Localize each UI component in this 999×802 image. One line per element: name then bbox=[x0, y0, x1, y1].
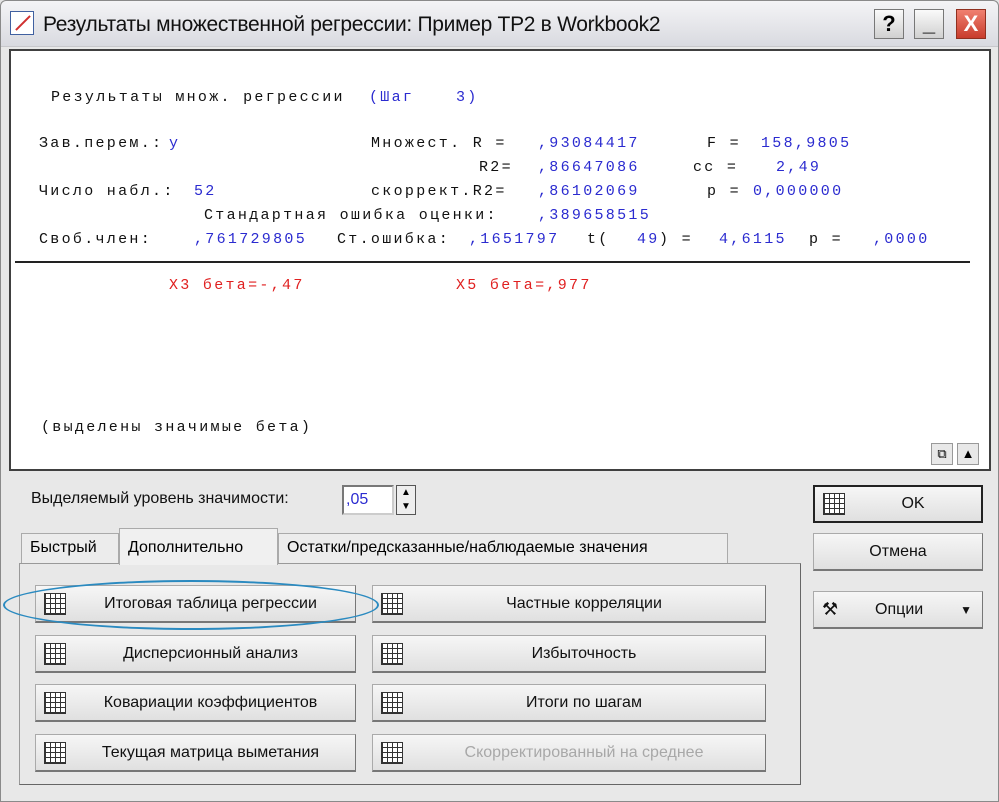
button-label: Опции bbox=[875, 600, 924, 618]
dep-value: y bbox=[169, 135, 181, 152]
button-label: Скорректированный на среднее bbox=[464, 743, 704, 761]
n-value: 52 bbox=[194, 183, 217, 200]
table-icon bbox=[381, 741, 403, 764]
tab-residuals[interactable]: Остатки/предсказанные/наблюдаемые значен… bbox=[278, 533, 728, 563]
app-icon bbox=[10, 11, 34, 35]
cc-value: 2,49 bbox=[776, 159, 822, 176]
table-icon bbox=[44, 691, 66, 714]
f-label: F = bbox=[707, 135, 741, 152]
partial-correlations-button[interactable]: Частные корреляции bbox=[372, 585, 766, 623]
significance-label: Выделяемый уровень значимости: bbox=[31, 490, 289, 507]
t-eq: ) = bbox=[659, 231, 693, 248]
t-label: t( bbox=[587, 231, 610, 248]
title-bar: Результаты множественной регрессии: Прим… bbox=[1, 1, 998, 47]
significance-input[interactable]: ,05 bbox=[342, 485, 394, 515]
note: (выделены значимые бета) bbox=[41, 419, 313, 436]
divider bbox=[15, 261, 970, 263]
cancel-button[interactable]: Отмена bbox=[813, 533, 983, 571]
redundancy-button[interactable]: Избыточность bbox=[372, 635, 766, 673]
summary-table-button[interactable]: Итоговая таблица регрессии bbox=[35, 585, 356, 623]
table-icon bbox=[381, 592, 403, 615]
intercept-se-label: Ст.ошибка: bbox=[337, 231, 451, 248]
mean-centered-button[interactable]: Скорректированный на среднее bbox=[372, 734, 766, 772]
step-label: (Шаг bbox=[369, 89, 415, 106]
step-value: 3) bbox=[456, 89, 479, 106]
intercept-p-label: p = bbox=[809, 231, 843, 248]
dropdown-arrow-icon: ▼ bbox=[960, 602, 972, 617]
n-label: Число набл.: bbox=[39, 183, 175, 200]
button-label: OK bbox=[901, 495, 925, 512]
close-button[interactable]: X bbox=[956, 9, 986, 39]
button-label: Избыточность bbox=[531, 644, 637, 662]
significance-spinner[interactable]: ▲ ▼ bbox=[396, 485, 416, 515]
help-button[interactable]: ? bbox=[874, 9, 904, 39]
button-label: Отмена bbox=[869, 542, 927, 560]
r-label: Множест. R = bbox=[371, 135, 507, 152]
intercept-p-value: ,0000 bbox=[873, 231, 930, 248]
hammer-icon: ⚒ bbox=[822, 599, 839, 619]
se-value: ,389658515 bbox=[538, 207, 652, 224]
button-label: Дисперсионный анализ bbox=[123, 644, 298, 662]
table-icon bbox=[44, 741, 66, 764]
dep-label: Зав.перем.: bbox=[39, 135, 164, 152]
button-label: Текущая матрица выметания bbox=[101, 743, 320, 761]
r-value: ,93084417 bbox=[538, 135, 640, 152]
cc-label: cc = bbox=[693, 159, 739, 176]
beta-x5: X5 бета=,977 bbox=[456, 277, 592, 294]
anova-button[interactable]: Дисперсионный анализ bbox=[35, 635, 356, 673]
table-icon bbox=[823, 493, 845, 515]
p-label: p = bbox=[707, 183, 741, 200]
intercept-se-value: ,1651797 bbox=[469, 231, 560, 248]
r2-value: ,86647086 bbox=[538, 159, 640, 176]
intercept-value: ,761729805 bbox=[194, 231, 308, 248]
button-label: Ковариации коэффициентов bbox=[103, 693, 318, 711]
step-summary-button[interactable]: Итоги по шагам bbox=[372, 684, 766, 722]
results-output-panel: Результаты множ. регрессии (Шаг 3) Зав.п… bbox=[9, 49, 991, 471]
sweep-matrix-button[interactable]: Текущая матрица выметания bbox=[35, 734, 356, 772]
options-button[interactable]: ⚒ Опции ▼ bbox=[813, 591, 983, 629]
adjr2-label: скоррект.R2= bbox=[371, 183, 507, 200]
r2-label: R2= bbox=[479, 159, 513, 176]
table-icon bbox=[381, 642, 403, 665]
t-df: 49 bbox=[637, 231, 660, 248]
se-label: Стандартная ошибка оценки: bbox=[204, 207, 498, 224]
results-header: Результаты множ. регрессии bbox=[51, 89, 345, 106]
table-icon bbox=[44, 592, 66, 615]
covariance-button[interactable]: Ковариации коэффициентов bbox=[35, 684, 356, 722]
minimize-button[interactable]: _ bbox=[914, 9, 944, 39]
tab-advanced[interactable]: Дополнительно bbox=[119, 528, 278, 565]
ok-button[interactable]: OK bbox=[813, 485, 983, 523]
button-label: Итоги по шагам bbox=[526, 693, 642, 711]
intercept-label: Своб.член: bbox=[39, 231, 153, 248]
copy-icon[interactable]: ⧉ bbox=[931, 443, 953, 465]
button-label: Частные корреляции bbox=[506, 594, 662, 612]
scroll-up-icon[interactable]: ▲ bbox=[957, 443, 979, 465]
p-value: 0,000000 bbox=[753, 183, 844, 200]
table-icon bbox=[381, 691, 403, 714]
beta-x3: X3 бета=-,47 bbox=[169, 277, 305, 294]
tab-quick[interactable]: Быстрый bbox=[21, 533, 119, 563]
button-label: Итоговая таблица регрессии bbox=[104, 594, 317, 612]
regression-results-dialog: Результаты множественной регрессии: Прим… bbox=[0, 0, 999, 802]
window-title: Результаты множественной регрессии: Прим… bbox=[43, 13, 661, 36]
adjr2-value: ,86102069 bbox=[538, 183, 640, 200]
t-value: 4,6115 bbox=[719, 231, 787, 248]
f-value: 158,9805 bbox=[761, 135, 852, 152]
table-icon bbox=[44, 642, 66, 665]
